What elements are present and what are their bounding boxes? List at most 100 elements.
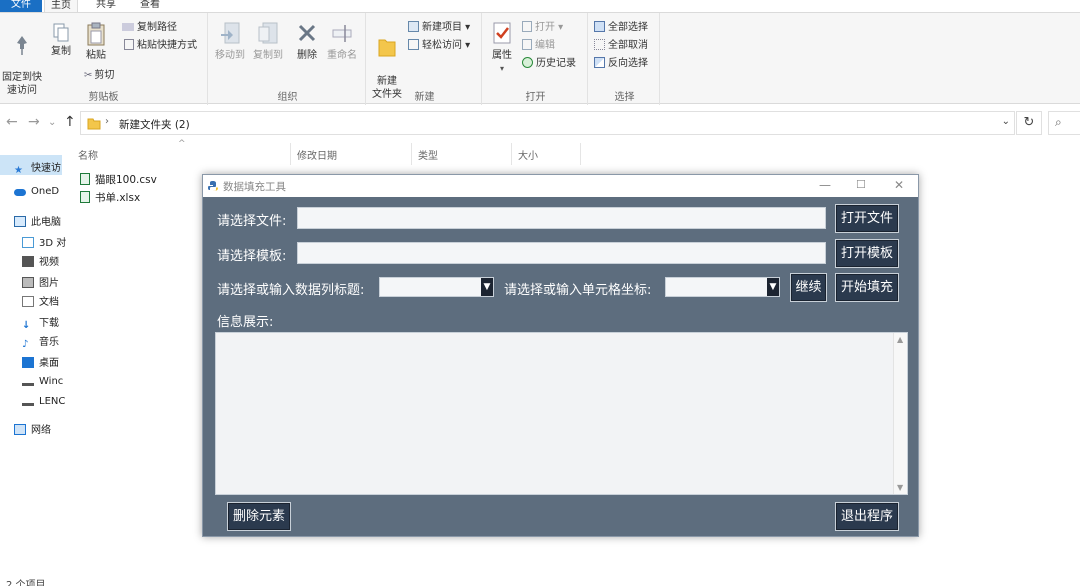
copy-to-button[interactable]: 复制到 [250,21,286,62]
file-path-input[interactable] [297,207,826,229]
address-dropdown-icon[interactable]: ⌄ [1002,116,1010,127]
clipboard-group-label: 剪贴板 [88,92,119,103]
invert-selection-button[interactable]: 反向选择 [594,57,648,70]
move-to-icon [221,22,240,44]
scroll-up-icon[interactable]: ▲ [897,335,903,344]
nav-onedrive[interactable]: OneD [14,186,59,197]
edit-button[interactable]: 编辑 [522,39,555,52]
delete-element-button[interactable]: 删除元素 [227,502,291,531]
continue-button[interactable]: 继续 [790,273,827,302]
nav-downloads[interactable]: ↓ 下载 [22,314,59,331]
start-fill-button[interactable]: 开始填充 [835,273,899,302]
file-item[interactable]: 猫眼100.csv [80,172,157,187]
open-template-button[interactable]: 打开模板 [835,239,899,268]
select-all-icon [594,21,605,32]
template-path-input[interactable] [297,242,826,264]
tab-home[interactable]: 主页 [44,0,78,12]
easy-access-button[interactable]: 轻松访问 ▾ [408,39,470,52]
open-group-label: 打开 [525,92,546,103]
copy-button[interactable]: 复制 [46,21,76,58]
tab-file[interactable]: 文件 [0,0,42,12]
minimize-icon[interactable]: — [819,178,831,192]
column-name[interactable]: 名称 [78,147,98,162]
info-display-textarea[interactable]: ▲ ▼ [215,332,908,495]
scroll-down-icon[interactable]: ▼ [897,483,903,492]
tab-view[interactable]: 查看 [134,0,166,12]
picture-icon [22,277,34,288]
maximize-icon[interactable]: ☐ [856,178,866,191]
organize-group-label: 组织 [277,92,298,103]
cell-coordinate-label: 请选择或输入单元格坐标: [504,283,652,298]
file-label: 请选择文件: [217,214,287,229]
open-file-button[interactable]: 打开文件 [835,204,899,233]
nav-windows-drive[interactable]: Winc [22,375,63,387]
history-button[interactable]: 历史记录 [522,57,576,70]
nav-this-pc[interactable]: 此电脑 [14,213,61,228]
open-button[interactable]: 打开 ▾ [522,21,563,34]
new-folder-icon [378,39,396,57]
column-title-label: 请选择或输入数据列标题: [217,283,365,298]
refresh-icon[interactable]: ↻ [1016,111,1042,135]
history-dropdown-icon[interactable]: ⌄ [48,117,56,128]
column-separator [290,143,291,165]
nav-pictures[interactable]: 图片 [22,274,59,289]
column-type[interactable]: 类型 [418,147,438,162]
template-label: 请选择模板: [217,249,287,264]
star-icon: ★ [14,165,23,176]
copy-path-icon [122,23,134,31]
rename-button[interactable]: 重命名 [324,21,360,62]
nav-documents[interactable]: 文档 [22,293,59,308]
search-box[interactable]: ⌕ [1048,111,1080,135]
breadcrumb-chevron-icon: › [105,116,109,127]
delete-button[interactable]: 删除 [294,21,320,62]
address-bar[interactable]: › 新建文件夹 (2) ⌄ [80,111,1015,135]
tab-share[interactable]: 共享 [90,0,122,12]
nav-videos[interactable]: 视频 [22,253,59,268]
nav-3d-objects[interactable]: 3D 对 [22,234,66,249]
nav-quick-access[interactable]: ★ 快速访 [14,159,61,176]
back-arrow-icon[interactable]: ← [6,114,18,130]
column-title-combobox[interactable]: ▼ [379,277,494,297]
delete-x-icon [298,24,316,42]
chevron-down-icon[interactable]: ▼ [767,278,779,296]
nav-music[interactable]: ♪ 音乐 [22,333,59,350]
drive-icon [22,395,34,406]
nav-desktop[interactable]: 桌面 [22,354,59,369]
pin-quick-access-button[interactable]: 固定到快 速访问 [0,21,44,97]
status-bar-count: 2 个项目 [6,580,46,586]
forward-arrow-icon[interactable]: → [28,114,40,130]
paste-button[interactable]: 粘贴 [80,21,112,62]
column-modified[interactable]: 修改日期 [297,147,337,162]
select-none-button[interactable]: 全部取消 [594,39,648,52]
copy-path-button[interactable]: 复制路径 [122,21,177,34]
close-icon[interactable]: ✕ [894,178,904,192]
document-icon [22,296,34,307]
breadcrumb-path[interactable]: 新建文件夹 (2) [119,117,190,132]
column-separator [511,143,512,165]
exit-program-button[interactable]: 退出程序 [835,502,899,531]
cell-coordinate-combobox[interactable]: ▼ [665,277,780,297]
column-size[interactable]: 大小 [518,147,538,162]
select-all-button[interactable]: 全部选择 [594,21,648,34]
move-to-button[interactable]: 移动到 [212,21,248,62]
new-group: 新建 文件夹 新建项目 ▾ 轻松访问 ▾ 新建 [368,13,482,105]
paste-shortcut-button[interactable]: 粘贴快捷方式 [124,39,197,52]
file-item[interactable]: 书单.xlsx [80,190,140,205]
organize-group: 移动到 复制到 删除 重命名 组织 [210,13,366,105]
properties-button[interactable]: 属性 ▾ [488,21,516,75]
vertical-scrollbar[interactable]: ▲ ▼ [893,333,907,494]
clipboard-group: 固定到快 速访问 复制 粘贴 复制路径 粘贴快捷方式 ✂ 剪切 剪贴板 [0,13,208,105]
download-arrow-icon: ↓ [22,320,31,331]
select-group: 全部选择 全部取消 反向选择 选择 [590,13,660,105]
cube-icon [22,237,34,248]
ribbon: 固定到快 速访问 复制 粘贴 复制路径 粘贴快捷方式 ✂ 剪切 剪贴板 移动到 … [0,12,1080,105]
nav-lenovo-drive[interactable]: LENC [22,395,65,407]
nav-network[interactable]: 网络 [14,421,51,436]
new-item-button[interactable]: 新建项目 ▾ [408,21,470,34]
up-arrow-icon[interactable]: ↑ [64,114,76,130]
address-row: ← → ⌄ ↑ › 新建文件夹 (2) ⌄ ↻ ⌕ [0,108,1080,138]
open-icon [522,21,532,32]
invert-selection-icon [594,57,605,68]
cut-button[interactable]: ✂ 剪切 [84,69,114,82]
chevron-down-icon[interactable]: ▼ [481,278,493,296]
